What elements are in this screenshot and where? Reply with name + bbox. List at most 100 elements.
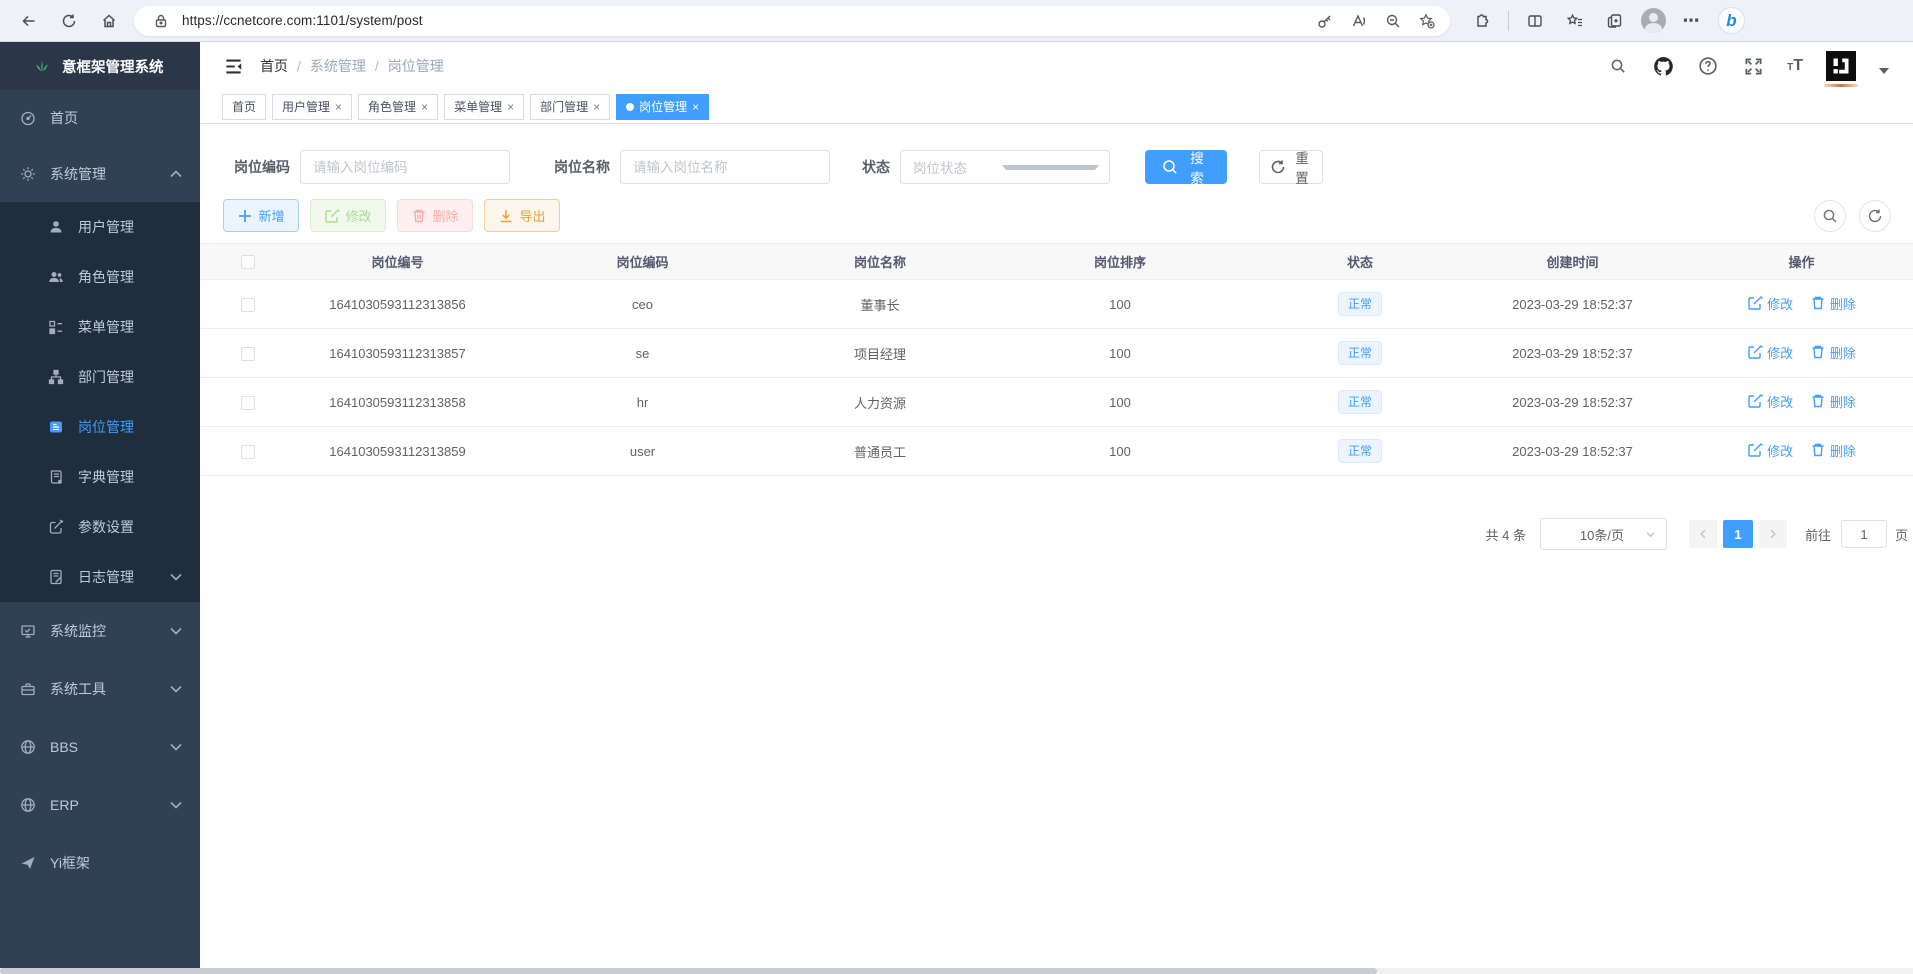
sidebar-item-post-mgmt[interactable]: 岗位管理 <box>0 402 200 452</box>
row-checkbox[interactable] <box>241 347 255 361</box>
fullscreen-icon[interactable] <box>1742 55 1764 77</box>
sidebar-item-system[interactable]: 系统管理 <box>0 146 200 202</box>
tab-user-mgmt[interactable]: 用户管理 × <box>272 94 352 120</box>
row-delete-link[interactable]: 删除 <box>1810 392 1856 411</box>
refresh-icon[interactable] <box>54 6 84 36</box>
row-edit-link[interactable]: 修改 <box>1747 343 1793 362</box>
scrollbar-thumb[interactable] <box>0 968 1377 974</box>
reset-button[interactable]: 重置 <box>1259 150 1323 184</box>
chevron-down-icon <box>168 623 184 639</box>
close-icon[interactable]: × <box>692 100 699 114</box>
row-checkbox[interactable] <box>241 298 255 312</box>
home-icon[interactable] <box>94 6 124 36</box>
zoom-out-icon[interactable] <box>1380 8 1406 34</box>
more-icon[interactable]: ⋯ <box>1678 6 1706 36</box>
add-button[interactable]: 新增 <box>223 199 299 232</box>
favorite-add-icon[interactable] <box>1414 8 1440 34</box>
tab-dept-mgmt[interactable]: 部门管理 × <box>530 94 610 120</box>
sidebar-item-menu-mgmt[interactable]: 菜单管理 <box>0 302 200 352</box>
bing-chat-icon[interactable]: b <box>1718 7 1745 34</box>
page-number-1[interactable]: 1 <box>1723 520 1753 548</box>
filter-form: 岗位编码 岗位名称 状态 岗位状态 搜索 重置 <box>222 150 1913 184</box>
sidebar-item-param-settings[interactable]: 参数设置 <box>0 502 200 552</box>
sidebar-item-home[interactable]: 首页 <box>0 90 200 146</box>
sidebar-item-yi-framework[interactable]: Yi框架 <box>0 834 200 892</box>
toggle-search-icon[interactable] <box>1814 200 1846 232</box>
sidebar-item-erp[interactable]: ERP <box>0 776 200 834</box>
back-icon[interactable] <box>14 6 44 36</box>
split-screen-icon[interactable] <box>1521 6 1549 36</box>
key-icon[interactable] <box>1312 8 1338 34</box>
url-text[interactable]: https://ccnetcore.com:1101/system/post <box>182 13 1304 28</box>
user-avatar-logo[interactable] <box>1826 51 1856 81</box>
profile-icon[interactable] <box>1641 8 1666 33</box>
sidebar-item-role-mgmt[interactable]: 角色管理 <box>0 252 200 302</box>
sidebar-toggle-icon[interactable] <box>216 49 250 83</box>
search-icon <box>1162 159 1178 175</box>
sidebar-item-log-mgmt[interactable]: 日志管理 <box>0 552 200 602</box>
sidebar-item-monitor[interactable]: 系统监控 <box>0 602 200 660</box>
tab-post-mgmt[interactable]: 岗位管理 × <box>616 94 709 120</box>
row-delete-link[interactable]: 删除 <box>1810 294 1856 313</box>
read-aloud-icon[interactable] <box>1346 8 1372 34</box>
breadcrumb: 首页 / 系统管理 / 岗位管理 <box>260 56 444 76</box>
app-logo[interactable]: 意框架管理系统 <box>0 42 200 90</box>
select-all-checkbox[interactable] <box>241 255 255 269</box>
row-edit-link[interactable]: 修改 <box>1747 392 1793 411</box>
row-delete-link[interactable]: 删除 <box>1810 441 1856 460</box>
plus-icon <box>237 208 253 224</box>
row-edit-link[interactable]: 修改 <box>1747 441 1793 460</box>
row-delete-link[interactable]: 删除 <box>1810 343 1856 362</box>
close-icon[interactable]: × <box>593 100 600 114</box>
next-page-button[interactable] <box>1759 520 1787 548</box>
prev-page-button[interactable] <box>1689 520 1717 548</box>
row-checkbox[interactable] <box>241 445 255 459</box>
dropdown-caret-icon[interactable] <box>1879 68 1889 74</box>
sidebar-item-dict-mgmt[interactable]: 字典管理 <box>0 452 200 502</box>
col-post-id: 岗位编号 <box>295 244 500 280</box>
font-size-icon[interactable]: TT <box>1787 57 1803 75</box>
row-edit-link[interactable]: 修改 <box>1747 294 1793 313</box>
log-icon <box>48 569 64 585</box>
active-tab-dot <box>626 103 634 111</box>
tab-home[interactable]: 首页 <box>222 94 266 120</box>
table-row: 1641030593112313856 ceo 董事长 100 正常 2023-… <box>200 280 1913 329</box>
refresh-table-icon[interactable] <box>1859 200 1891 232</box>
delete-button[interactable]: 删除 <box>397 199 473 232</box>
post-name-input[interactable] <box>620 150 830 184</box>
table-header-row: 岗位编号 岗位编码 岗位名称 岗位排序 状态 创建时间 操作 <box>200 244 1913 280</box>
sidebar-item-tools[interactable]: 系统工具 <box>0 660 200 718</box>
tab-role-mgmt[interactable]: 角色管理 × <box>358 94 438 120</box>
horizontal-scrollbar[interactable] <box>0 968 1913 974</box>
post-table: 岗位编号 岗位编码 岗位名称 岗位排序 状态 创建时间 操作 164103059… <box>200 243 1913 476</box>
extensions-icon[interactable] <box>1468 6 1496 36</box>
edit-button[interactable]: 修改 <box>310 199 386 232</box>
post-code-input[interactable] <box>300 150 510 184</box>
favorites-icon[interactable] <box>1561 6 1589 36</box>
row-checkbox[interactable] <box>241 396 255 410</box>
close-icon[interactable]: × <box>421 100 428 114</box>
sidebar-item-user-mgmt[interactable]: 用户管理 <box>0 202 200 252</box>
tab-menu-mgmt[interactable]: 菜单管理 × <box>444 94 524 120</box>
export-button[interactable]: 导出 <box>484 199 560 232</box>
page-size-select[interactable]: 10条/页 <box>1540 518 1667 550</box>
goto-page-input[interactable] <box>1841 520 1887 548</box>
user-icon <box>48 219 64 235</box>
edit-icon <box>1747 344 1763 360</box>
trash-icon <box>1810 393 1826 409</box>
github-icon[interactable] <box>1652 55 1674 77</box>
breadcrumb-system[interactable]: 系统管理 <box>310 56 366 76</box>
status-select[interactable]: 岗位状态 <box>900 150 1110 184</box>
table-toolbar: 新增 修改 删除 导出 <box>223 199 1891 232</box>
close-icon[interactable]: × <box>335 100 342 114</box>
duplicate-tab-icon[interactable] <box>1601 6 1629 36</box>
close-icon[interactable]: × <box>507 100 514 114</box>
sidebar-item-bbs[interactable]: BBS <box>0 718 200 776</box>
address-bar[interactable]: https://ccnetcore.com:1101/system/post <box>134 6 1450 36</box>
search-icon[interactable] <box>1607 55 1629 77</box>
search-button[interactable]: 搜索 <box>1145 150 1227 184</box>
help-icon[interactable] <box>1697 55 1719 77</box>
breadcrumb-home[interactable]: 首页 <box>260 56 288 76</box>
lock-icon[interactable] <box>148 8 174 34</box>
sidebar-item-dept-mgmt[interactable]: 部门管理 <box>0 352 200 402</box>
